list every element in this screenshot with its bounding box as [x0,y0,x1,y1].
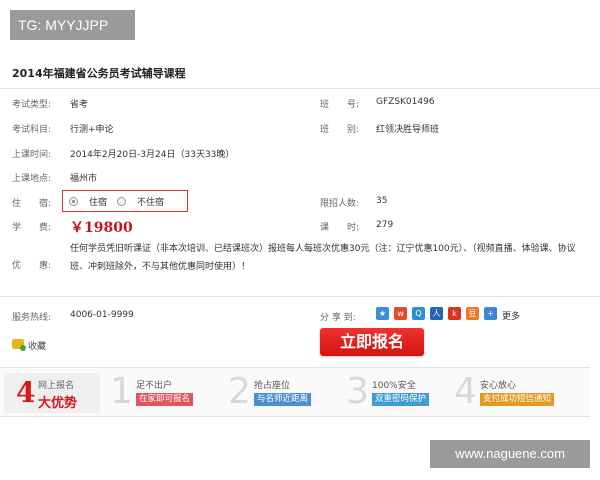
class-type-value: 红领决胜导师班 [376,125,440,135]
kaixin-icon[interactable]: k [448,307,461,320]
promo-label: 优 惠: [12,261,52,271]
qzone-icon[interactable]: ★ [376,307,389,320]
advantages-count: 4 [16,376,36,409]
course-title: 2014年福建省公务员考试辅导课程 [12,67,186,80]
lodging-radio-stay[interactable] [69,197,78,206]
qq-icon[interactable]: Q [412,307,425,320]
share-more-link[interactable]: 更多 [502,309,520,322]
advantage-title: 100%安全 [372,381,416,391]
hours-label: 课 时: [320,223,360,233]
advantage-tag: 与名师近距离 [254,393,312,406]
hours-value: 279 [376,220,394,230]
fee-value: ￥19800 [70,220,133,236]
advantage-title: 抢占座位 [254,381,291,391]
advantage-title: 足不出户 [136,381,173,391]
class-number-value: GFZSK01496 [376,97,435,107]
divider [0,88,600,89]
exam-subject-value: 行测+申论 [70,125,114,135]
advantage-number: 4 [454,371,477,412]
advantage-number: 3 [346,371,369,412]
advantage-tag: 支付成功短信通知 [480,393,555,406]
renren-icon[interactable]: 人 [430,307,443,320]
weibo-icon[interactable]: w [394,307,407,320]
lodging-option-no-stay[interactable]: 不住宿 [137,195,164,208]
favorite-link[interactable]: 收藏 [28,339,46,352]
hotline-label: 服务热线: [12,313,52,323]
advantage-title: 安心放心 [480,381,517,391]
advantages-header: 4 网上报名 大优势 [4,373,100,413]
lodging-label: 住 宿: [12,199,52,209]
class-time-label: 上课时间: [12,150,52,160]
advantages-title-line1: 网上报名 [38,381,75,391]
exam-type-value: 省考 [70,100,89,110]
lodging-options: 住宿 不住宿 [62,190,188,212]
class-type-label: 班 别: [320,125,360,135]
quota-label: 限招人数: [320,199,360,209]
plus-icon[interactable]: + [484,307,497,320]
douban-icon[interactable]: 豆 [466,307,479,320]
lodging-option-stay[interactable]: 住宿 [89,195,107,208]
exam-type-label: 考试类型: [12,100,52,110]
class-location-label: 上课地点: [12,174,52,184]
promo-text: 任何学员凭旧听课证（非本次培训、已结课班次）报班每人每班次优惠30元（注：辽宁优… [70,244,576,272]
share-label: 分 享 到: [320,313,356,323]
advantages-title-line2: 大优势 [38,396,78,411]
watermark-top: TG: MYYJJPP [10,10,135,40]
advantages-bar: 4 网上报名 大优势 1 足不出户 在家即可报名 2 抢占座位 与名师近距离 3… [0,367,590,417]
quota-value: 35 [376,196,388,206]
class-location-value: 福州市 [70,174,98,184]
favorite-icon[interactable] [12,339,26,351]
hotline-value: 4006-01-9999 [70,310,134,320]
advantage-number: 1 [110,371,133,412]
exam-subject-label: 考试科目: [12,125,52,135]
advantage-tag: 在家即可报名 [136,393,194,406]
divider [0,296,600,297]
class-time-value: 2014年2月20日-3月24日（33天33晚） [70,150,235,160]
advantage-tag: 双重密码保护 [372,393,430,406]
class-number-label: 班 号: [320,100,360,110]
fee-label: 学 费: [12,223,52,233]
watermark-bottom: www.naguene.com [430,440,590,468]
advantage-number: 2 [228,371,251,412]
signup-button[interactable]: 立即报名 [320,328,424,356]
lodging-radio-no-stay[interactable] [117,197,126,206]
